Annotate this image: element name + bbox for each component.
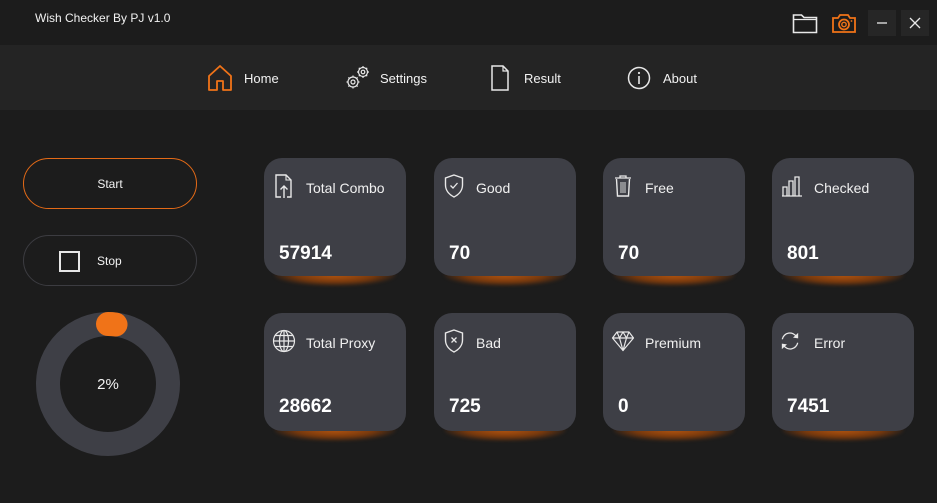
- nav-item-about[interactable]: About: [625, 63, 697, 93]
- stop-button[interactable]: Stop: [23, 235, 197, 286]
- info-icon: [625, 64, 653, 92]
- bar-chart-icon: [780, 173, 804, 199]
- stat-value: 7451: [787, 396, 830, 417]
- stat-label: Checked: [814, 180, 870, 196]
- stat-card-good: Good 70: [434, 158, 576, 286]
- nav-label: Result: [524, 70, 561, 86]
- stat-label: Total Proxy: [306, 335, 376, 351]
- stat-card-checked: Checked 801: [772, 158, 914, 286]
- camera-icon: [832, 14, 856, 33]
- stat-label: Premium: [645, 335, 702, 351]
- stat-card-total-combo: Total Combo 57914: [264, 158, 406, 286]
- stat-value: 57914: [279, 243, 332, 264]
- stat-value: 70: [449, 243, 471, 264]
- nav-label: Settings: [380, 70, 427, 86]
- document-icon: [486, 64, 514, 92]
- refresh-icon: [778, 328, 802, 354]
- stat-card-total-proxy: Total Proxy 28662: [264, 313, 406, 441]
- stat-value: 0: [618, 396, 629, 417]
- app-title: Wish Checker By PJ v1.0: [35, 11, 171, 25]
- stat-card-premium: Premium 0: [603, 313, 745, 441]
- shield-check-icon: [442, 173, 466, 199]
- home-icon: [206, 64, 234, 92]
- stat-label: Free: [645, 180, 674, 196]
- camera-button[interactable]: [830, 10, 858, 36]
- gears-icon: [344, 64, 372, 92]
- nav-label: Home: [244, 70, 279, 86]
- stat-label: Total Combo: [306, 180, 385, 196]
- stat-card-free: Free 70: [603, 158, 745, 286]
- folder-button[interactable]: [791, 10, 819, 36]
- close-icon: [909, 17, 921, 29]
- stat-card-bad: Bad 725: [434, 313, 576, 441]
- stat-card-error: Error 7451: [772, 313, 914, 441]
- trash-icon: [611, 173, 635, 199]
- diamond-icon: [611, 328, 635, 354]
- progress-ring: 2%: [35, 311, 181, 457]
- minimize-icon: [877, 22, 887, 24]
- stat-label: Bad: [476, 335, 501, 351]
- minimize-button[interactable]: [868, 10, 896, 36]
- start-label: Start: [97, 176, 123, 191]
- file-upload-icon: [272, 173, 296, 199]
- stat-value: 801: [787, 243, 819, 264]
- stop-icon: [59, 251, 80, 272]
- nav-bar: Home Settings Result About: [0, 45, 937, 110]
- nav-item-result[interactable]: Result: [486, 63, 561, 93]
- folder-icon: [792, 14, 818, 34]
- shield-x-icon: [442, 328, 466, 354]
- close-button[interactable]: [901, 10, 929, 36]
- nav-item-settings[interactable]: Settings: [344, 63, 427, 93]
- stat-value: 28662: [279, 396, 332, 417]
- stop-label: Stop: [97, 254, 122, 268]
- nav-item-home[interactable]: Home: [206, 63, 279, 93]
- nav-label: About: [663, 70, 697, 86]
- stat-label: Error: [814, 335, 846, 351]
- title-bar: Wish Checker By PJ v1.0: [0, 0, 937, 45]
- progress-percent: 2%: [97, 375, 119, 393]
- globe-icon: [272, 328, 296, 354]
- start-button[interactable]: Start: [23, 158, 197, 209]
- stat-value: 70: [618, 243, 640, 264]
- stat-value: 725: [449, 396, 481, 417]
- stat-label: Good: [476, 180, 511, 196]
